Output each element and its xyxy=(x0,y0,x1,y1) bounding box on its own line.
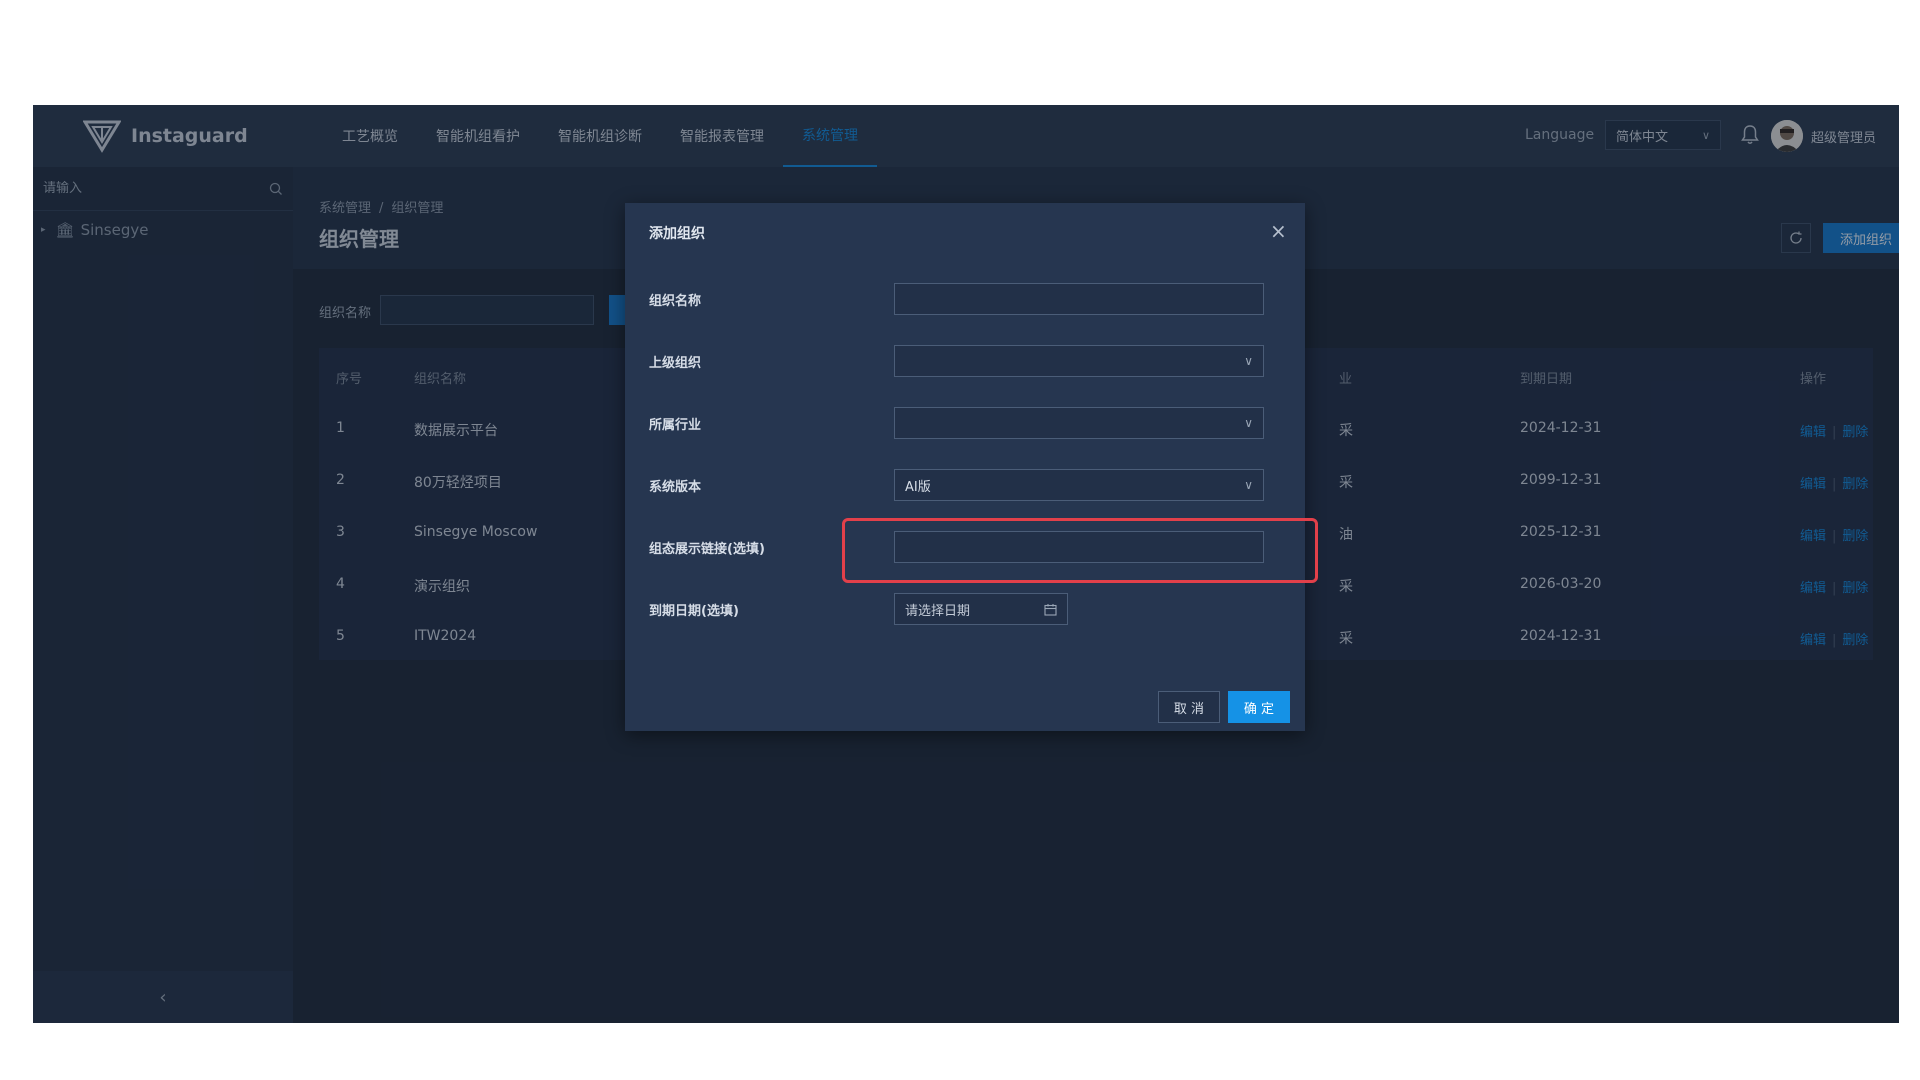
version-select[interactable]: AI版 ∨ xyxy=(894,469,1264,501)
calendar-icon xyxy=(1044,603,1057,616)
display-link-label: 组态展示链接(选填) xyxy=(649,542,765,557)
version-label: 系统版本 xyxy=(649,480,702,495)
highlight-annotation xyxy=(842,518,1318,583)
org-name-input[interactable] xyxy=(894,283,1264,315)
parent-org-select[interactable]: ∨ xyxy=(894,345,1264,377)
dialog-title: 添加组织 xyxy=(649,226,705,242)
add-organization-dialog: 添加组织 × 组织名称 上级组织 ∨ 所属行业 ∨ 系统版本 AI版 ∨ 组态展… xyxy=(625,203,1318,731)
industry-select[interactable]: ∨ xyxy=(894,407,1264,439)
parent-org-label: 上级组织 xyxy=(649,356,702,371)
app-window: Instaguard 工艺概览 智能机组看护 智能机组诊断 智能报表管理 系统管… xyxy=(33,105,1899,1023)
expiry-date-label: 到期日期(选填) xyxy=(649,604,739,619)
expiry-date-picker[interactable]: 请选择日期 xyxy=(894,593,1068,625)
close-icon[interactable]: × xyxy=(1270,219,1287,243)
chevron-down-icon: ∨ xyxy=(1244,354,1253,368)
confirm-button[interactable]: 确 定 xyxy=(1228,691,1290,723)
industry-label: 所属行业 xyxy=(649,418,702,433)
chevron-down-icon: ∨ xyxy=(1244,416,1253,430)
chevron-down-icon: ∨ xyxy=(1244,478,1253,492)
expiry-date-placeholder: 请选择日期 xyxy=(905,603,971,619)
cancel-button[interactable]: 取 消 xyxy=(1158,691,1220,723)
org-name-label: 组织名称 xyxy=(649,294,702,309)
version-value: AI版 xyxy=(905,479,931,495)
